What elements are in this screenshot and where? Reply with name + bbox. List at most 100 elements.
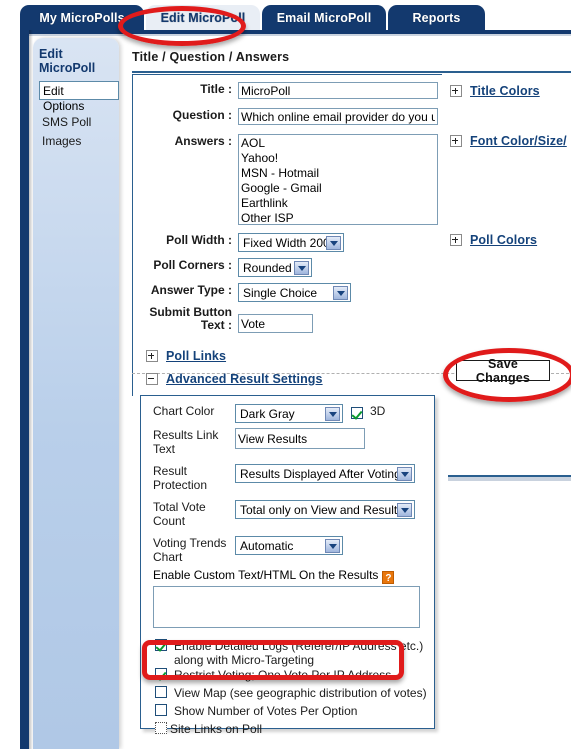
total-vote-count-select[interactable]: Total only on View and Results (235, 500, 415, 519)
enable-detailed-logs-label: Enable Detailed Logs (Referer/IP Address… (174, 639, 424, 667)
sidebar-heading: Edit MicroPoll (39, 47, 96, 75)
box-edge (132, 364, 133, 376)
font-color-size-link[interactable]: Font Color/Size/ (470, 134, 567, 148)
answers-textarea[interactable] (238, 134, 438, 225)
question-label: Question : (172, 108, 232, 122)
title-label: Title : (200, 82, 232, 96)
box-edge-2 (132, 376, 133, 396)
chevron-down-icon (294, 261, 309, 275)
poll-width-label: Poll Width : (166, 233, 232, 247)
view-map-checkbox[interactable] (155, 686, 167, 698)
poll-width-select[interactable]: Fixed Width 200 (238, 233, 344, 252)
plus-icon (146, 350, 158, 362)
custom-html-textarea[interactable] (153, 586, 420, 628)
title-divider (132, 71, 571, 73)
chart-color-value: Dark Gray (240, 406, 295, 421)
title-colors-expander[interactable]: Title Colors (450, 84, 540, 98)
custom-html-label-row: Enable Custom Text/HTML On the Results? (153, 568, 395, 584)
row-view-map[interactable]: View Map (see geographic distribution of… (155, 686, 427, 700)
content-area: Title / Question / Answers Title : Quest… (128, 44, 571, 749)
sidebar-item-edit-options[interactable]: Edit Options (33, 81, 119, 113)
tab-label: My MicroPolls (39, 10, 125, 25)
tab-email-micropoll[interactable]: Email MicroPoll (262, 5, 386, 30)
help-icon[interactable]: ? (382, 571, 395, 584)
tab-label: Email MicroPoll (276, 10, 372, 25)
total-vote-count-value: Total only on View and Results (240, 502, 404, 517)
poll-corners-value: Rounded (243, 260, 292, 275)
show-number-of-votes-checkbox[interactable] (155, 704, 167, 716)
poll-corners-select[interactable]: Rounded (238, 258, 312, 277)
show-number-of-votes-label: Show Number of Votes Per Option (174, 704, 358, 718)
sidebar-item-label: Edit Options (39, 81, 119, 113)
chevron-down-icon (325, 407, 340, 421)
poll-links-link[interactable]: Poll Links (166, 349, 226, 363)
field-row-poll-width: Poll Width : Fixed Width 200 (132, 233, 438, 252)
row-result-protection: Result Protection Results Displayed Afte… (153, 464, 415, 492)
field-row-question: Question : (132, 108, 438, 125)
tab-edit-micropoll[interactable]: Edit MicroPoll (146, 5, 260, 30)
answer-type-select[interactable]: Single Choice (238, 283, 351, 302)
results-link-text-label: Results Link Text (153, 428, 219, 456)
total-vote-count-label: Total Vote Count (153, 500, 206, 528)
result-protection-value: Results Displayed After Voting (240, 466, 401, 481)
row-enable-detailed-logs[interactable]: Enable Detailed Logs (Referer/IP Address… (155, 639, 439, 667)
chart-color-select[interactable]: Dark Gray (235, 404, 343, 423)
row-restrict-voting[interactable]: Restrict Voting; One Vote Per IP Address (155, 668, 391, 682)
row-site-links-on-poll[interactable]: Site Links on Poll (155, 722, 262, 736)
tab-reports[interactable]: Reports (388, 5, 485, 30)
plus-icon (450, 85, 462, 97)
row-voting-trends-chart: Voting Trends Chart Automatic (153, 536, 343, 564)
advanced-result-settings-link[interactable]: Advanced Result Settings (166, 372, 323, 386)
three-d-label: 3D (370, 404, 386, 418)
advanced-result-settings-panel: Chart Color Dark Gray 3D Results Link Te… (140, 395, 435, 736)
view-map-label: View Map (see geographic distribution of… (174, 686, 427, 700)
results-link-text-input[interactable] (235, 428, 365, 449)
chevron-down-icon (326, 236, 341, 250)
page-title: Title / Question / Answers (132, 50, 290, 64)
plus-icon (450, 234, 462, 246)
sidebar-item-images[interactable]: Images (33, 132, 119, 151)
enable-detailed-logs-checkbox[interactable] (155, 639, 167, 651)
row-show-number-of-votes[interactable]: Show Number of Votes Per Option (155, 704, 357, 718)
tab-my-micropolls[interactable]: My MicroPolls (20, 5, 144, 30)
field-row-answers: Answers : (132, 134, 438, 225)
site-links-on-poll-checkbox[interactable] (155, 722, 167, 734)
sidebar-item-sms-poll[interactable]: SMS Poll (33, 113, 119, 132)
answer-type-value: Single Choice (243, 285, 318, 300)
title-colors-link[interactable]: Title Colors (470, 84, 540, 98)
chevron-down-icon (325, 539, 340, 553)
chevron-down-icon (397, 503, 412, 517)
field-row-poll-corners: Poll Corners : Rounded (132, 258, 438, 277)
tab-strip: My MicroPolls Edit MicroPoll Email Micro… (20, 0, 571, 30)
sidebar: Edit MicroPoll Edit Options SMS Poll Ima… (33, 38, 119, 749)
answer-type-label: Answer Type : (150, 283, 232, 297)
left-rail (20, 30, 29, 749)
result-protection-label: Result Protection (153, 464, 208, 492)
restrict-voting-checkbox[interactable] (155, 668, 167, 680)
poll-colors-link[interactable]: Poll Colors (470, 233, 537, 247)
save-changes-button[interactable]: Save Changes (456, 357, 550, 385)
chevron-down-icon (397, 467, 412, 481)
row-results-link-text: Results Link Text (153, 428, 365, 456)
question-input[interactable] (238, 108, 438, 125)
row-total-vote-count: Total Vote Count Total only on View and … (153, 500, 415, 528)
custom-html-label: Enable Custom Text/HTML On the Results (153, 568, 379, 582)
result-protection-select[interactable]: Results Displayed After Voting (235, 464, 415, 483)
poll-corners-label: Poll Corners : (153, 258, 232, 272)
tab-label: Reports (412, 10, 461, 25)
chevron-down-icon (333, 286, 348, 300)
submit-button-text-label: Submit Button Text : (149, 305, 232, 332)
three-d-checkbox[interactable] (351, 407, 363, 419)
title-input[interactable] (238, 82, 438, 99)
row-chart-color: Chart Color Dark Gray 3D (153, 404, 385, 423)
poll-colors-expander[interactable]: Poll Colors (450, 233, 537, 247)
field-row-answer-type: Answer Type : Single Choice (132, 283, 438, 302)
field-row-submit-text: Submit Button Text : (132, 306, 438, 333)
plus-icon (450, 135, 462, 147)
poll-links-expander[interactable]: Poll Links (146, 349, 226, 363)
font-color-size-expander[interactable]: Font Color/Size/ (450, 134, 567, 148)
advanced-result-settings-expander[interactable]: Advanced Result Settings (146, 372, 323, 386)
tab-label: Edit MicroPoll (160, 10, 246, 25)
submit-button-text-input[interactable] (238, 314, 313, 333)
voting-trends-chart-select[interactable]: Automatic (235, 536, 343, 555)
